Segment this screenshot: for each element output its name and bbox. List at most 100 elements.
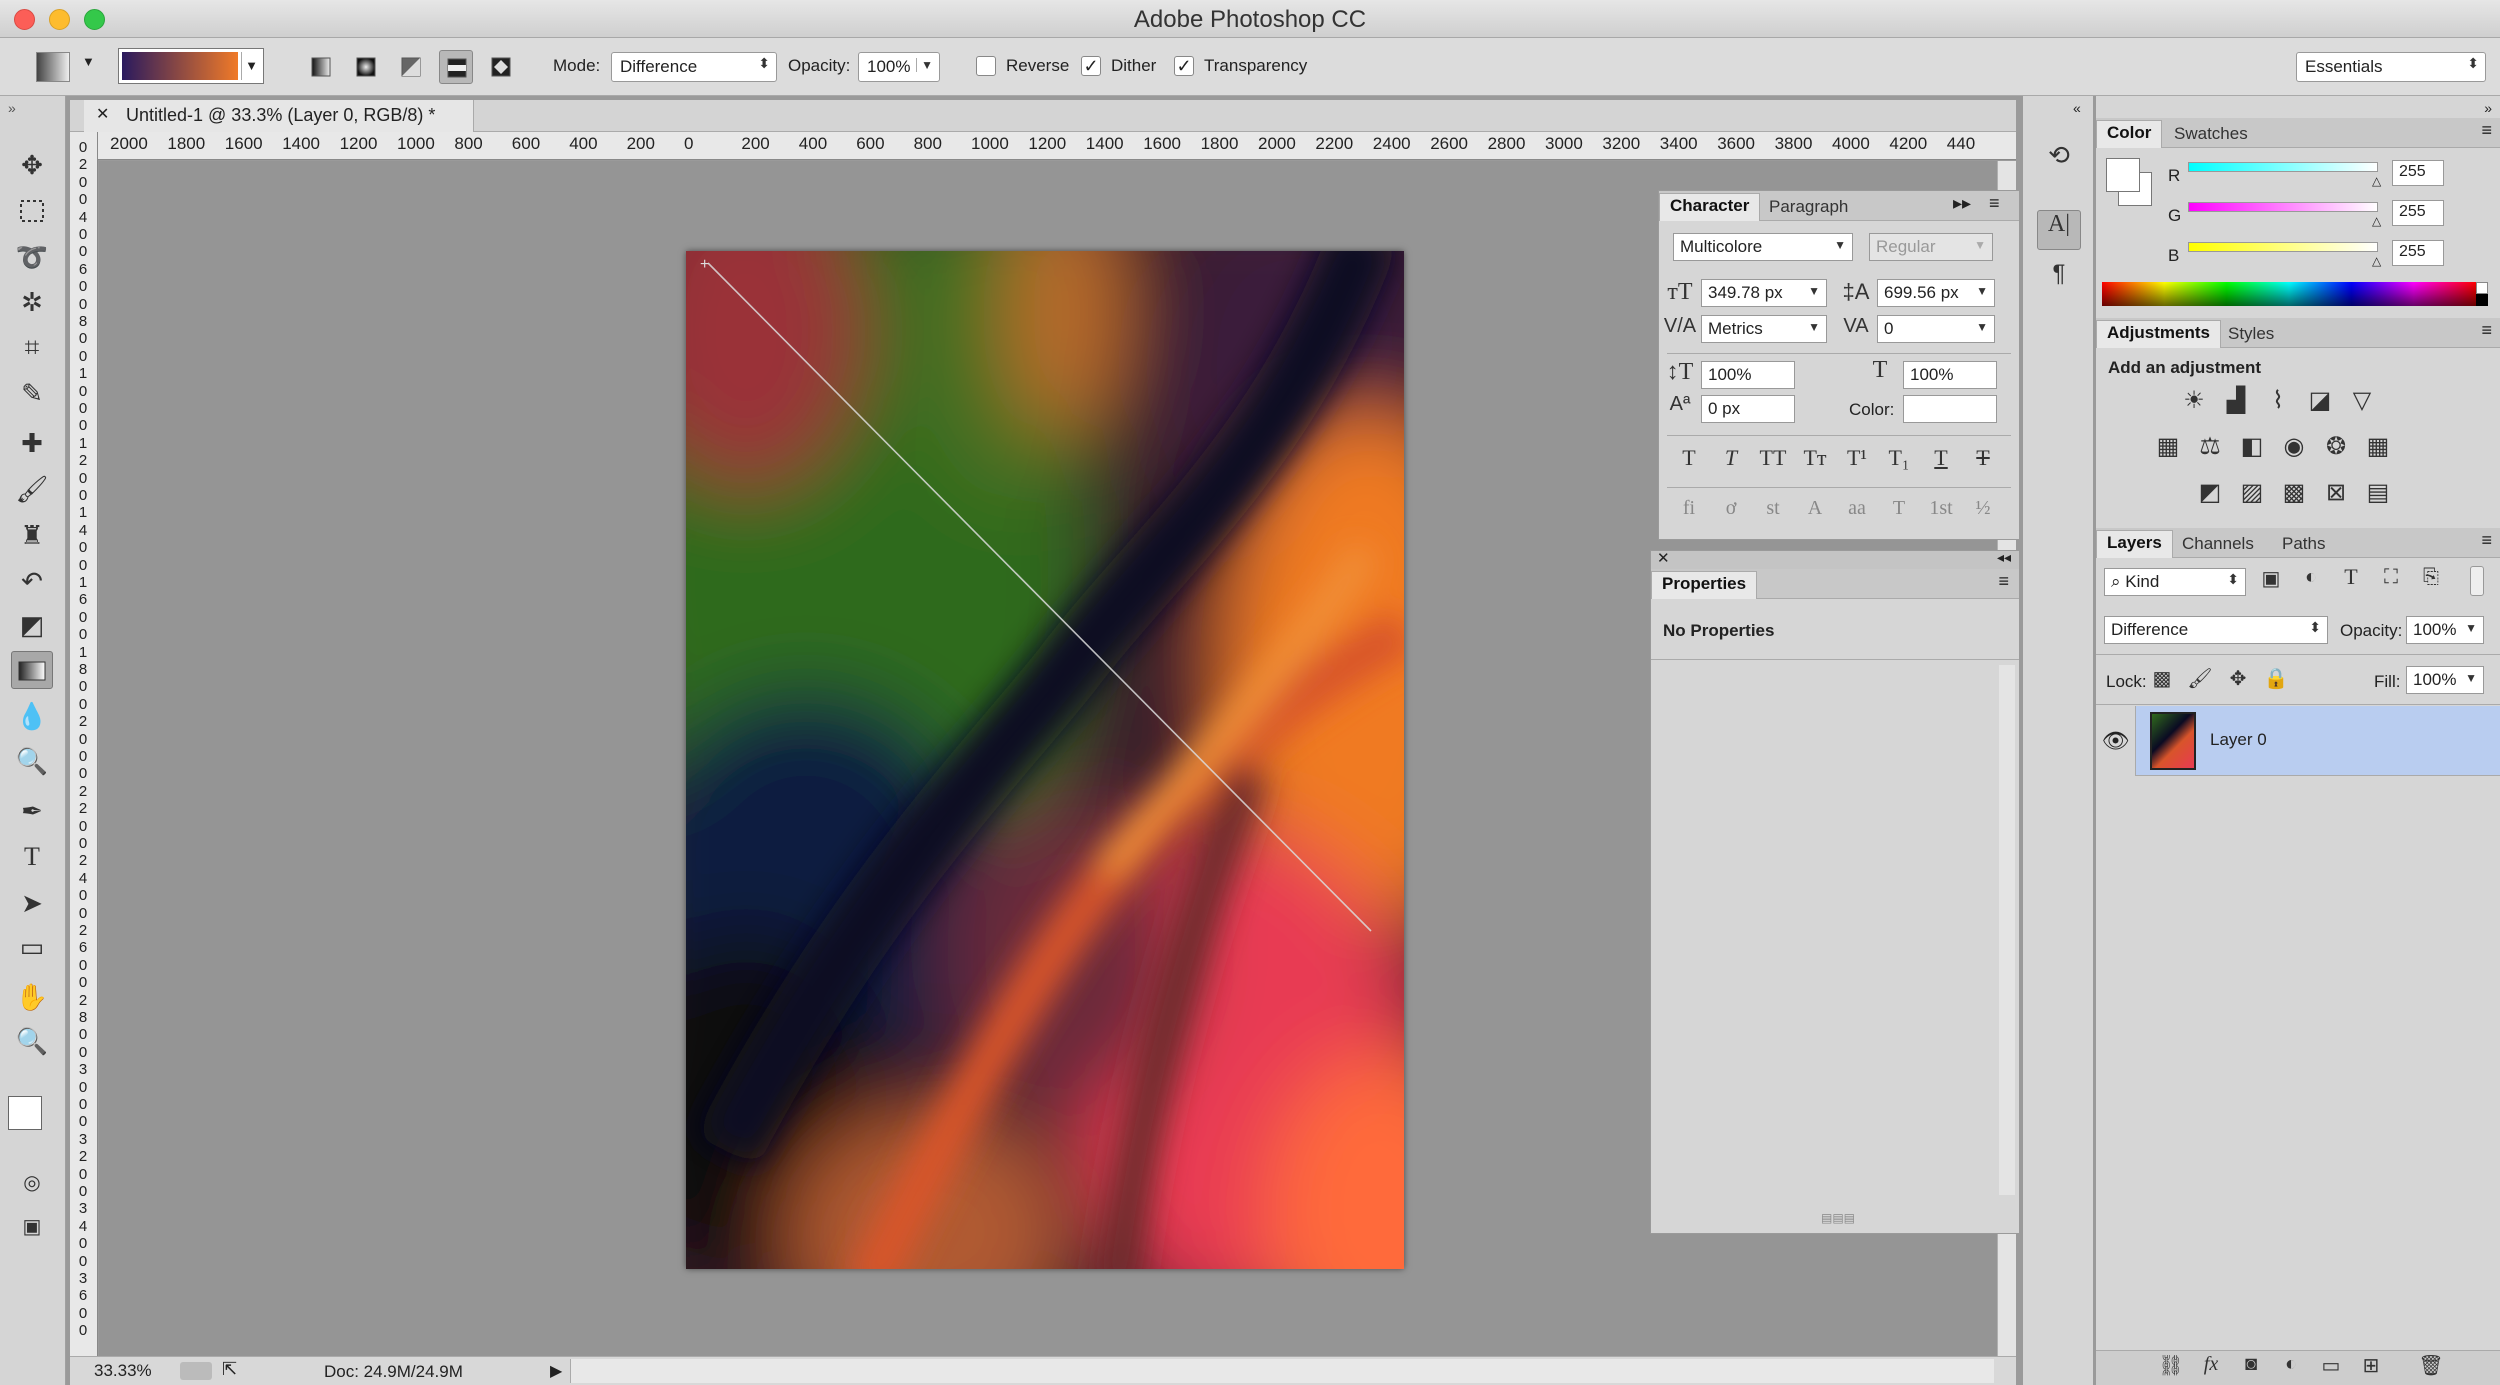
tab-adjustments[interactable]: Adjustments (2096, 320, 2221, 348)
ligatures-button[interactable]: fi (1671, 497, 1707, 520)
faux-bold-button[interactable]: T (1671, 445, 1707, 471)
workspace-switcher[interactable]: Essentials ⬍ (2296, 52, 2486, 82)
shape-layer-filter-icon[interactable]: ⛶ (2376, 566, 2406, 589)
status-menu-icon[interactable]: ▶ (550, 1361, 562, 1381)
exposure-icon[interactable]: ◪ (2302, 386, 2338, 415)
crop-tool-icon[interactable]: ⌗ (11, 328, 53, 366)
swash-button[interactable]: A (1797, 497, 1833, 520)
gradient-dropdown-icon[interactable]: ▼ (241, 52, 261, 80)
font-style-select[interactable]: Regular ▼ (1869, 233, 1993, 261)
close-panel-icon[interactable]: ✕ (1657, 549, 1670, 567)
visibility-eye-icon[interactable]: 👁 (2096, 706, 2136, 776)
radial-gradient-button[interactable] (349, 50, 383, 84)
layer-row[interactable]: 👁 Layer 0 (2096, 706, 2500, 776)
angle-gradient-button[interactable] (394, 50, 428, 84)
vertical-ruler[interactable]: 0200400600800100012001400160018002000220… (70, 132, 98, 1356)
g-value-field[interactable]: 255 (2392, 200, 2444, 226)
lock-position-icon[interactable]: ✥ (2224, 666, 2252, 691)
black-white-icon[interactable]: ◧ (2234, 432, 2270, 461)
subscript-button[interactable]: T₁ (1881, 445, 1917, 471)
posterize-icon[interactable]: ▨ (2234, 478, 2270, 507)
lock-all-icon[interactable]: 🔒 (2262, 666, 2290, 691)
text-color-swatch[interactable] (1903, 395, 1997, 423)
r-value-field[interactable]: 255 (2392, 160, 2444, 186)
hand-tool-icon[interactable]: ✋ (11, 978, 53, 1016)
tracking-field[interactable]: 0 ▼ (1877, 315, 1995, 343)
all-caps-button[interactable]: TT (1755, 445, 1791, 471)
tab-channels[interactable]: Channels (2172, 532, 2264, 556)
foreground-color-swatch[interactable] (8, 1096, 42, 1130)
panel-menu-icon[interactable]: ≡ (2481, 320, 2492, 341)
horizontal-scrollbar[interactable] (570, 1359, 1994, 1383)
gradient-tool-icon[interactable] (11, 651, 53, 689)
panel-menu-icon[interactable]: ≡ (1998, 571, 2009, 592)
lock-transparent-icon[interactable]: ▩ (2148, 666, 2176, 691)
lasso-tool-icon[interactable]: ➰ (11, 238, 53, 276)
tab-paragraph[interactable]: Paragraph (1759, 195, 1858, 219)
adjustment-layer-filter-icon[interactable]: ◐ (2296, 566, 2326, 589)
b-slider-track[interactable] (2188, 242, 2378, 252)
link-icon[interactable]: ⛓ (2156, 1353, 2186, 1378)
brush-tool-icon[interactable]: 🖌 (11, 470, 53, 508)
font-family-select[interactable]: Multicolore ▼ (1673, 233, 1853, 261)
fx-icon[interactable]: fx (2196, 1353, 2226, 1376)
vibrance-icon[interactable]: ▽ (2344, 386, 2380, 415)
eyedropper-tool-icon[interactable]: ✎ (11, 374, 53, 412)
curves-icon[interactable]: ⌇ (2260, 386, 2296, 415)
zoom-level[interactable]: 33.33% (94, 1361, 152, 1381)
linear-gradient-button[interactable] (304, 50, 338, 84)
invert-icon[interactable]: ◩ (2192, 478, 2228, 507)
collapse-toolbar-icon[interactable]: » (8, 100, 16, 116)
pen-tool-icon[interactable]: ✒ (11, 792, 53, 830)
share-status-icon[interactable] (180, 1362, 212, 1380)
layer-blend-mode-select[interactable]: Difference ⬍ (2104, 616, 2328, 644)
eraser-tool-icon[interactable]: ◩ (11, 606, 53, 644)
character-panel-icon[interactable]: A| (2037, 210, 2081, 250)
collapse-dock-icon[interactable]: » (2484, 100, 2492, 116)
ordinals-button[interactable]: 1st (1923, 497, 1959, 520)
resize-handle-icon[interactable]: ▤▤▤ (1821, 1211, 1855, 1225)
strikethrough-button[interactable]: T (1965, 445, 2001, 471)
old-style-button[interactable]: ơ (1713, 497, 1749, 520)
channel-mixer-icon[interactable]: ❂ (2318, 432, 2354, 461)
history-brush-tool-icon[interactable]: ↶ (11, 562, 53, 600)
move-tool-icon[interactable]: ✥ (11, 146, 53, 184)
baseline-shift-field[interactable]: 0 px (1701, 395, 1795, 423)
selective-color-icon[interactable]: ⊠ (2318, 478, 2354, 507)
path-selection-tool-icon[interactable]: ➤ (11, 884, 53, 922)
levels-icon[interactable]: ▟ (2218, 386, 2254, 415)
close-document-icon[interactable]: ✕ (96, 104, 109, 124)
healing-brush-tool-icon[interactable]: ✚ (11, 424, 53, 462)
diamond-gradient-button[interactable] (484, 50, 518, 84)
tab-styles[interactable]: Styles (2218, 322, 2284, 346)
brightness-contrast-icon[interactable]: ☀ (2176, 386, 2212, 415)
small-caps-button[interactable]: Tт (1797, 445, 1833, 471)
screen-mode-icon[interactable]: ▣ (11, 1208, 53, 1246)
threshold-icon[interactable]: ▩ (2276, 478, 2312, 507)
tool-preset-picker[interactable] (36, 52, 70, 82)
color-spectrum-ramp[interactable] (2102, 282, 2476, 306)
layer-opacity-field[interactable]: 100% ▼ (2406, 616, 2484, 644)
horizontal-scale-field[interactable]: 100% (1903, 361, 1997, 389)
tool-preset-dropdown-icon[interactable]: ▼ (82, 54, 95, 69)
foreground-color-swatch[interactable] (2106, 158, 2140, 192)
adjustment-layer-icon[interactable]: ◐ (2276, 1353, 2306, 1376)
blur-tool-icon[interactable]: 💧 (11, 697, 53, 735)
properties-scrollbar[interactable] (1999, 665, 2015, 1195)
lock-pixels-icon[interactable]: 🖌 (2186, 666, 2214, 691)
tab-layers[interactable]: Layers (2096, 530, 2173, 558)
tab-swatches[interactable]: Swatches (2164, 122, 2258, 146)
type-tool-icon[interactable]: T (11, 838, 53, 876)
font-size-field[interactable]: 349.78 px ▼ (1701, 279, 1827, 307)
gradient-map-icon[interactable]: ▤ (2360, 478, 2396, 507)
b-slider-thumb[interactable]: △ (2372, 254, 2381, 268)
panel-menu-icon[interactable]: ≡ (2481, 120, 2492, 141)
magic-wand-tool-icon[interactable]: ✲ (11, 283, 53, 321)
history-panel-icon[interactable]: ⟲ (2041, 140, 2077, 171)
export-icon[interactable]: ⇱ (222, 1359, 237, 1380)
color-balance-icon[interactable]: ⚖ (2192, 432, 2228, 461)
document-canvas[interactable]: + (686, 251, 1404, 1269)
expand-panel-icon[interactable]: ▸▸ (1953, 193, 1971, 214)
panel-menu-icon[interactable]: ≡ (1989, 193, 2000, 214)
group-icon[interactable]: ▭ (2316, 1353, 2346, 1378)
